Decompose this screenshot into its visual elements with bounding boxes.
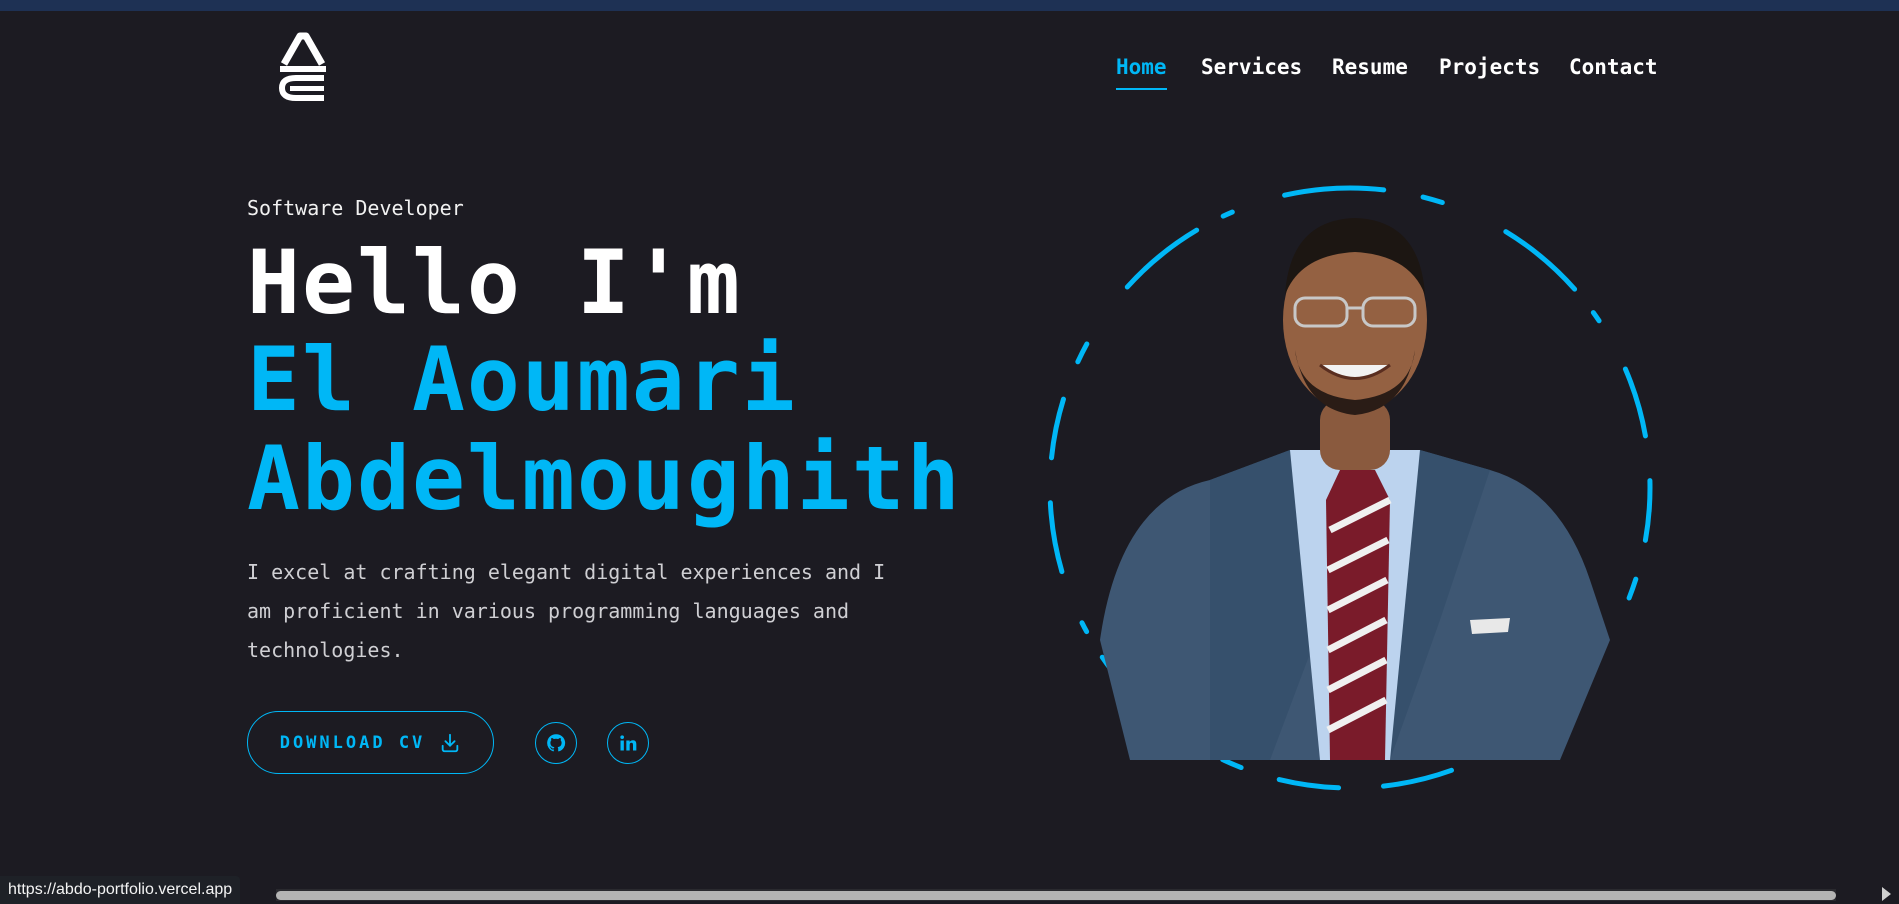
scroll-right-icon[interactable] [1882,887,1891,901]
linkedin-icon [620,735,637,751]
role-subtitle: Software Developer [247,196,464,220]
nav-home-link[interactable]: Home [1116,55,1167,90]
browser-top-strip [0,0,1899,11]
linkedin-link[interactable] [607,722,649,764]
scrollbar-thumb[interactable] [276,891,1836,900]
nav-projects-link[interactable]: Projects [1439,55,1540,79]
github-link[interactable] [535,722,577,764]
hero-name-line1: El Aoumari [247,328,797,431]
download-cv-button[interactable]: DOWNLOAD CV [247,711,494,774]
github-icon [547,734,566,752]
nav-contact-link[interactable]: Contact [1569,55,1658,79]
nav-resume-link[interactable]: Resume [1332,55,1408,79]
hero-greeting: Hello I'm [247,231,742,334]
status-bar-url: https://abdo-portfolio.vercel.app [0,876,241,904]
nav-services-link[interactable]: Services [1201,55,1302,79]
hero-description: I excel at crafting elegant digital expe… [247,560,886,662]
download-icon [442,733,459,752]
horizontal-scrollbar[interactable] [276,889,1836,901]
hero-name-line2: Abdelmoughith [247,427,962,530]
main-nav: Home Services Resume Projects Contact [0,55,1899,95]
download-cv-label: DOWNLOAD CV [279,732,426,753]
profile-photo [1100,218,1610,760]
